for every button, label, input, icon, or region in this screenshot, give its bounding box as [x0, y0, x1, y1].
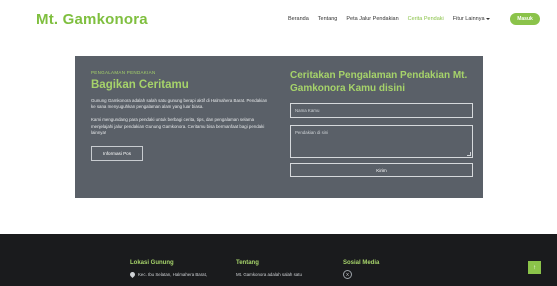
- footer-about-text: Mt. Gamkonora adalah salah satu: [236, 272, 302, 277]
- form-title: Ceritakan Pengalaman Pendakian Mt. Gamko…: [290, 70, 468, 94]
- main-nav: Beranda Tentang Peta Jalur Pendakian Cer…: [288, 16, 490, 22]
- section-title: Bagikan Ceritamu: [91, 79, 189, 91]
- footer-location-text: Kec. Ibu Selatan, Halmahera Barat,: [128, 270, 208, 279]
- story-intro: PENGALAMAN PENDAKIAN Bagikan Ceritamu Gu…: [91, 70, 271, 162]
- invite-paragraph: Kami mengundang para pendaki untuk berba…: [91, 117, 265, 135]
- footer-about: Tentang Mt. Gamkonora adalah salah satu: [236, 260, 302, 277]
- nav-beranda[interactable]: Beranda: [288, 16, 309, 22]
- nav-fitur-lainnya-dropdown[interactable]: Fitur Lainnya: [453, 16, 490, 22]
- name-input[interactable]: Nama Kamu: [290, 103, 473, 118]
- intro-paragraph: Gunung Gamkonora adalah salah satu gunun…: [91, 98, 268, 110]
- submit-button[interactable]: Kirim: [290, 163, 473, 177]
- nav-tentang[interactable]: Tentang: [318, 16, 338, 22]
- map-pin-icon: [128, 270, 137, 279]
- back-to-top-button[interactable]: ↑: [528, 261, 541, 274]
- x-social-icon[interactable]: X: [343, 270, 352, 279]
- brand-logo[interactable]: Mt. Gamkonora: [36, 11, 148, 28]
- navbar: Mt. Gamkonora Beranda Tentang Peta Jalur…: [0, 0, 557, 40]
- section-eyebrow: PENGALAMAN PENDAKIAN: [91, 70, 156, 75]
- info-pos-button[interactable]: Informasi Pos: [91, 146, 143, 162]
- footer-location: Lokasi Gunung Kec. Ibu Selatan, Halmaher…: [128, 260, 208, 279]
- nav-peta-jalur[interactable]: Peta Jalur Pendakian: [346, 16, 398, 22]
- story-textarea[interactable]: Pendakian di sini: [290, 125, 473, 158]
- story-placeholder: Pendakian di sini: [295, 130, 329, 135]
- resize-grip-icon[interactable]: [467, 152, 471, 156]
- footer-location-heading: Lokasi Gunung: [130, 260, 174, 266]
- story-section: PENGALAMAN PENDAKIAN Bagikan Ceritamu Gu…: [75, 56, 483, 198]
- nav-cerita-pendaki[interactable]: Cerita Pendaki: [408, 16, 444, 22]
- nav-fitur-lainnya[interactable]: Fitur Lainnya: [453, 16, 485, 22]
- story-form: Ceritakan Pengalaman Pendakian Mt. Gamko…: [290, 70, 473, 177]
- footer: Lokasi Gunung Kec. Ibu Selatan, Halmaher…: [0, 234, 557, 286]
- footer-location-address: Kec. Ibu Selatan, Halmahera Barat,: [138, 272, 208, 277]
- caret-down-icon: [485, 17, 490, 20]
- footer-social-heading: Sosial Media: [343, 260, 380, 266]
- footer-social: Sosial Media X: [343, 260, 379, 279]
- footer-about-heading: Tentang: [236, 260, 259, 266]
- login-button[interactable]: Masuk: [510, 13, 540, 25]
